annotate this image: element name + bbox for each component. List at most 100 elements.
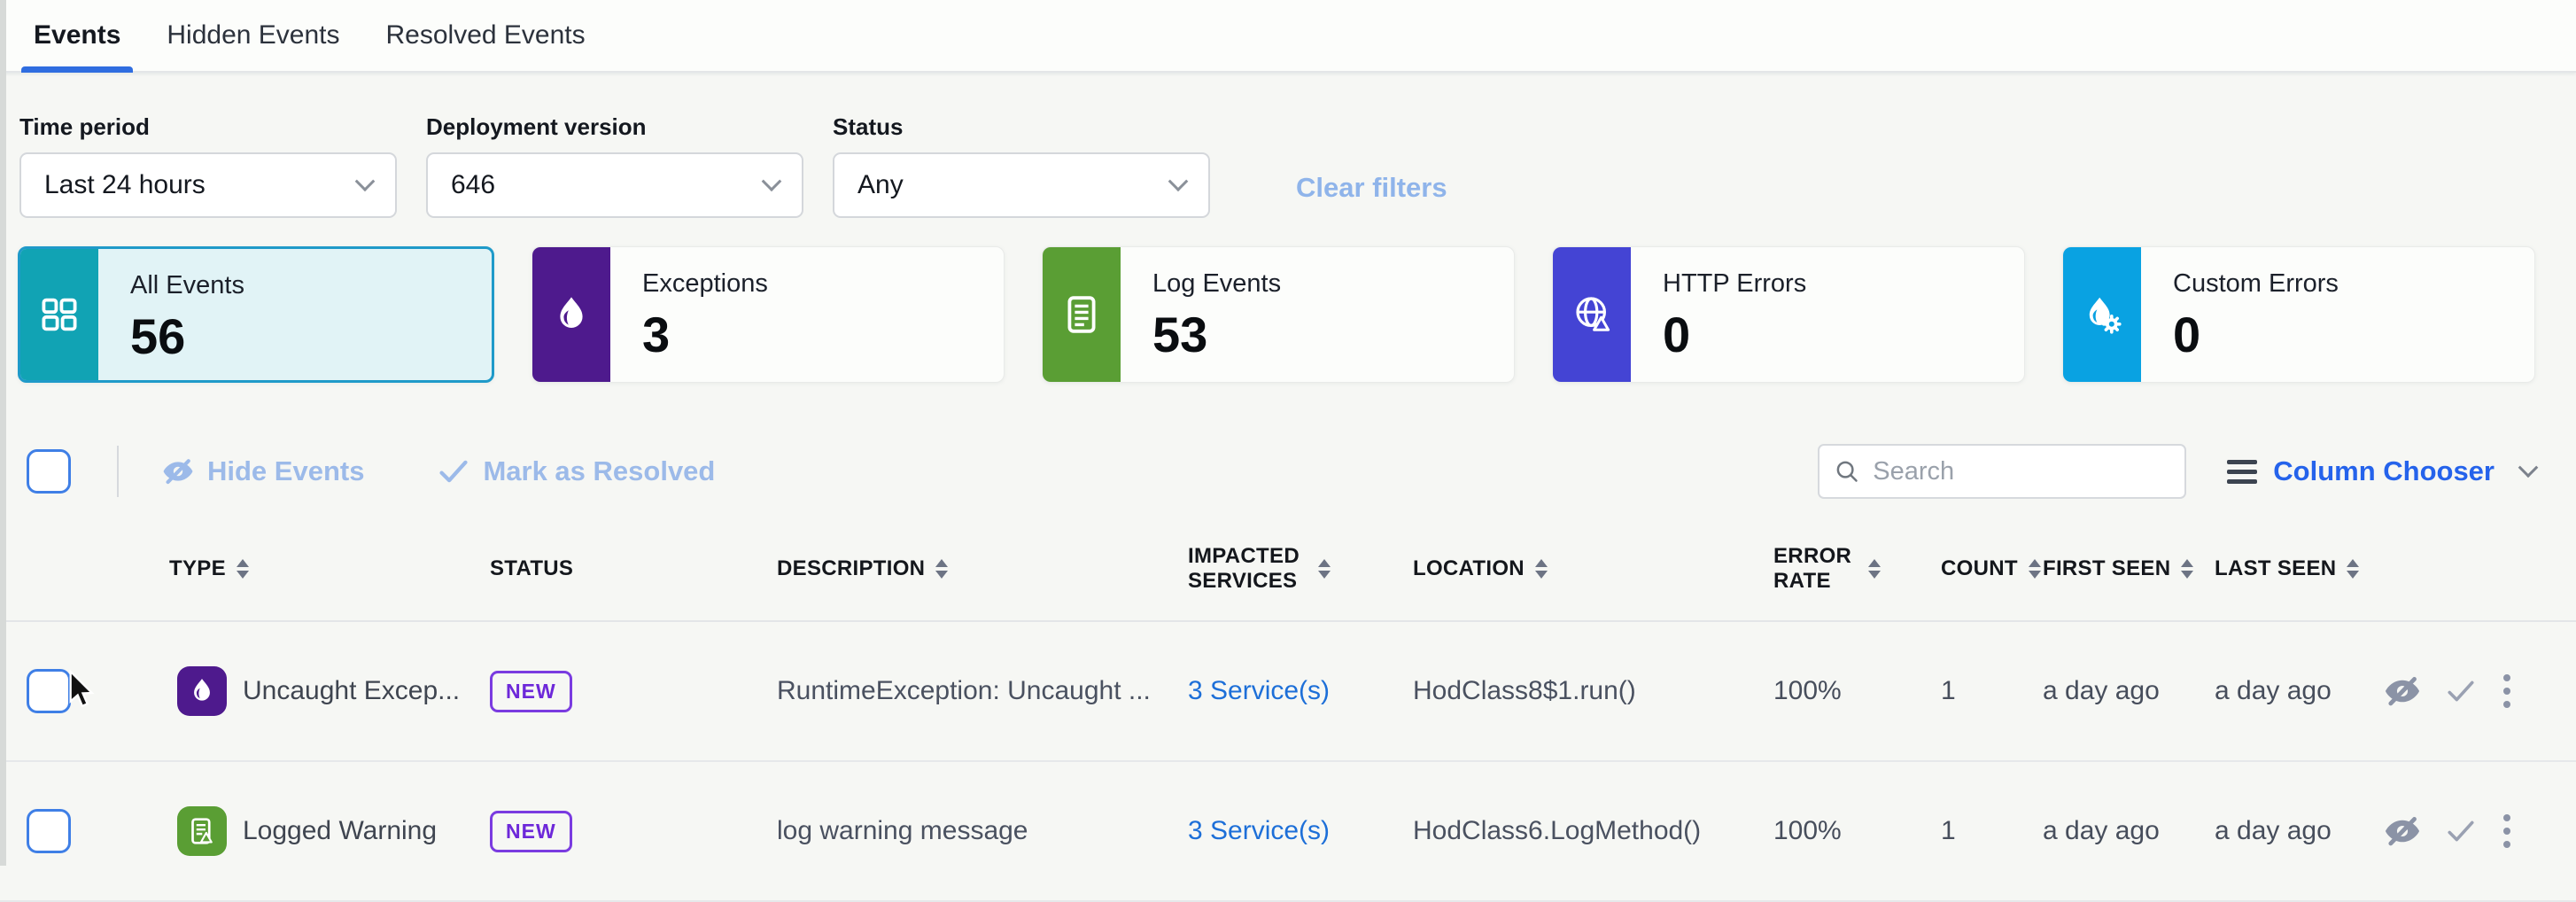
hide-event-icon-button[interactable] <box>2383 672 2422 711</box>
sort-icon[interactable] <box>1318 559 1331 579</box>
resolve-event-icon-button[interactable] <box>2445 815 2477 847</box>
eye-slash-icon <box>2383 672 2422 711</box>
table-row[interactable]: Logged Warning NEW log warning message 3… <box>0 762 2576 902</box>
error-rate-value: 100% <box>1763 816 1930 846</box>
card-exceptions[interactable]: Exceptions 3 <box>531 246 1005 383</box>
sort-icon[interactable] <box>935 559 948 579</box>
sort-icon[interactable] <box>2029 559 2041 579</box>
tab-hidden-events[interactable]: Hidden Events <box>167 0 339 71</box>
count-value: 1 <box>1930 816 2043 846</box>
sort-icon[interactable] <box>1535 559 1548 579</box>
column-chooser-button[interactable]: Column Chooser <box>2227 455 2535 487</box>
col-header-description[interactable]: DESCRIPTION <box>777 556 1188 581</box>
sort-icon[interactable] <box>2347 559 2359 579</box>
card-custom-errors[interactable]: Custom Errors 0 <box>2062 246 2535 383</box>
flame-gear-icon <box>2063 247 2141 382</box>
col-header-first-seen[interactable]: FIRST SEEN <box>2043 556 2215 581</box>
filter-bar: Time period Last 24 hours Deployment ver… <box>0 73 2576 218</box>
select-all-checkbox[interactable] <box>27 449 71 494</box>
card-all-events[interactable]: All Events 56 <box>18 246 494 383</box>
hamburger-icon <box>2227 460 2257 484</box>
table-row[interactable]: Uncaught Excep... NEW RuntimeException: … <box>0 622 2576 762</box>
filter-deployment-version: Deployment version 646 <box>426 113 803 218</box>
col-header-label: DESCRIPTION <box>777 556 925 581</box>
mark-resolved-label: Mark as Resolved <box>483 455 715 487</box>
exception-flame-icon <box>177 666 227 716</box>
card-count: 53 <box>1152 306 1281 363</box>
card-log-events[interactable]: Log Events 53 <box>1042 246 1515 383</box>
col-header-type[interactable]: TYPE <box>169 556 490 581</box>
col-header-label: ERROR RATE <box>1773 544 1858 594</box>
table-header-row: TYPE STATUS DESCRIPTION IMPACTED SERVICE… <box>0 517 2576 622</box>
row-checkbox[interactable] <box>27 809 71 853</box>
card-title: Exceptions <box>642 269 768 299</box>
chevron-down-icon <box>355 171 376 191</box>
row-checkbox[interactable] <box>27 669 71 713</box>
status-badge: NEW <box>490 671 572 712</box>
error-rate-value: 100% <box>1763 676 1930 706</box>
dashboard-icon <box>20 249 98 380</box>
resolve-event-icon-button[interactable] <box>2445 675 2477 707</box>
event-location: HodClass6.LogMethod() <box>1413 816 1763 846</box>
flame-icon <box>532 247 610 382</box>
row-menu-kebab-icon[interactable] <box>2500 811 2514 851</box>
chevron-down-icon[interactable] <box>2518 457 2539 478</box>
deployment-version-select[interactable]: 646 <box>426 152 803 218</box>
hide-events-label: Hide Events <box>207 455 364 487</box>
eye-slash-icon <box>2383 812 2422 851</box>
impacted-services-link[interactable]: 3 Service(s) <box>1188 676 1330 706</box>
tab-events[interactable]: Events <box>34 0 120 71</box>
row-menu-kebab-icon[interactable] <box>2500 671 2514 711</box>
check-icon <box>437 455 470 488</box>
card-title: Log Events <box>1152 269 1281 299</box>
col-header-status: STATUS <box>490 556 777 581</box>
column-chooser-label: Column Chooser <box>2273 455 2495 487</box>
log-document-icon <box>1043 247 1121 382</box>
first-seen-value: a day ago <box>2043 676 2215 706</box>
deployment-version-value: 646 <box>451 170 495 200</box>
col-header-label: LAST SEEN <box>2215 556 2336 581</box>
clear-filters-button[interactable]: Clear filters <box>1296 172 1447 204</box>
chevron-down-icon <box>762 171 782 191</box>
event-description: log warning message <box>777 816 1188 846</box>
col-header-last-seen[interactable]: LAST SEEN <box>2215 556 2383 581</box>
card-http-errors[interactable]: HTTP Errors 0 <box>1552 246 2025 383</box>
check-icon <box>2445 815 2477 847</box>
col-header-label: STATUS <box>490 556 573 581</box>
card-count: 56 <box>130 307 244 365</box>
status-value: Any <box>857 170 904 200</box>
card-count: 3 <box>642 306 768 363</box>
tab-resolved-events[interactable]: Resolved Events <box>386 0 586 71</box>
eye-slash-icon <box>161 455 195 488</box>
col-header-location[interactable]: LOCATION <box>1413 556 1763 581</box>
event-type-label: Logged Warning <box>243 816 437 846</box>
event-type-label: Uncaught Excep... <box>243 676 460 706</box>
event-description: RuntimeException: Uncaught ... <box>777 676 1188 706</box>
sort-icon[interactable] <box>237 559 249 579</box>
globe-error-icon <box>1553 247 1631 382</box>
col-header-label: TYPE <box>169 556 226 581</box>
search-icon <box>1834 458 1860 485</box>
col-header-count[interactable]: COUNT <box>1930 556 2043 581</box>
card-title: All Events <box>130 271 244 300</box>
filter-label: Time period <box>19 113 397 141</box>
col-header-error-rate[interactable]: ERROR RATE <box>1763 544 1930 594</box>
table-toolbar: Hide Events Mark as Resolved Column Choo… <box>0 445 2576 498</box>
sort-icon[interactable] <box>1868 559 1881 579</box>
sort-icon[interactable] <box>2181 559 2193 579</box>
search-input[interactable] <box>1871 456 2170 487</box>
log-warning-icon <box>177 806 227 856</box>
search-box <box>1818 444 2186 499</box>
status-badge: NEW <box>490 811 572 852</box>
mark-resolved-button[interactable]: Mark as Resolved <box>437 455 715 488</box>
time-period-select[interactable]: Last 24 hours <box>19 152 397 218</box>
status-select[interactable]: Any <box>833 152 1210 218</box>
filter-status: Status Any <box>833 113 1210 218</box>
hide-event-icon-button[interactable] <box>2383 812 2422 851</box>
col-header-impacted-services[interactable]: IMPACTED SERVICES <box>1188 544 1413 594</box>
hide-events-button[interactable]: Hide Events <box>161 455 364 488</box>
card-count: 0 <box>2173 306 2339 363</box>
impacted-services-link[interactable]: 3 Service(s) <box>1188 816 1330 846</box>
tab-bar: Events Hidden Events Resolved Events <box>0 0 2576 73</box>
last-seen-value: a day ago <box>2215 816 2383 846</box>
